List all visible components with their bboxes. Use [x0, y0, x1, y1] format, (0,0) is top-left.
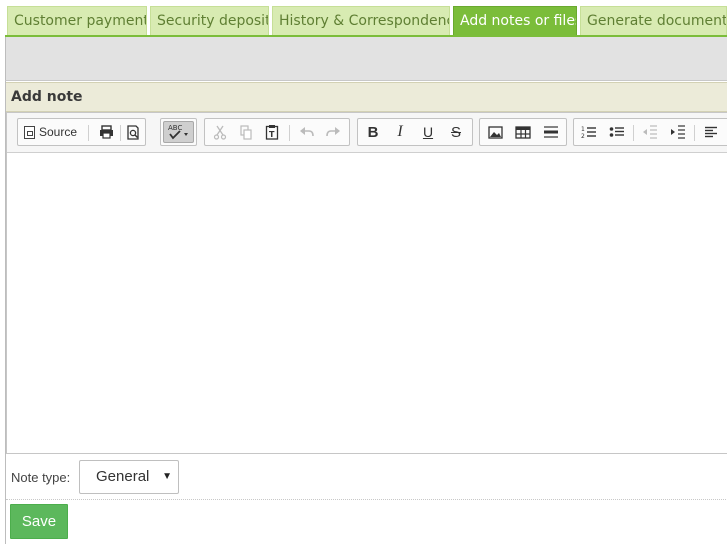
toolbar-group-spellcheck: ABC — [160, 118, 197, 146]
paste-text-button[interactable]: T — [260, 121, 284, 143]
underline-icon: U — [422, 124, 434, 140]
undo-icon — [300, 127, 314, 137]
decrease-indent-button[interactable] — [638, 121, 662, 143]
image-icon — [487, 125, 503, 139]
tab-generate-documents[interactable]: Generate documents — [580, 6, 727, 35]
toolbar-group-document: Source — [17, 118, 146, 146]
toolbar-group-paragraph: 12 — [573, 118, 727, 146]
svg-text:ABC: ABC — [168, 124, 182, 132]
redo-icon — [326, 127, 340, 137]
note-type-select[interactable]: General ▼ — [79, 460, 179, 494]
strikethrough-button[interactable]: S — [444, 121, 468, 143]
note-type-value: General — [96, 468, 150, 485]
spellcheck-button[interactable]: ABC — [163, 121, 194, 143]
tab-security-deposits[interactable]: Security deposits — [150, 6, 269, 35]
table-button[interactable] — [511, 121, 535, 143]
rich-text-editor: Source ABC T B I U S 1 2 — [6, 112, 727, 454]
cut-button[interactable] — [208, 121, 232, 143]
toolbar-separator — [633, 125, 634, 141]
image-button[interactable] — [483, 121, 507, 143]
svg-text:T: T — [269, 130, 275, 139]
editor-toolbar: Source ABC T B I U S 1 2 — [7, 113, 727, 153]
print-icon — [99, 125, 113, 139]
subheader-band — [5, 37, 727, 81]
bold-icon: B — [367, 123, 379, 141]
print-button[interactable] — [94, 121, 118, 143]
source-button[interactable]: Source — [20, 121, 82, 143]
paste-text-icon: T — [265, 125, 279, 140]
cut-icon — [213, 125, 227, 140]
tab-history-correspondence[interactable]: History & Correspondence — [272, 6, 450, 35]
underline-button[interactable]: U — [416, 121, 440, 143]
chevron-down-icon: ▼ — [162, 471, 172, 482]
svg-text:1: 1 — [581, 126, 585, 133]
tab-label: Add notes or files — [460, 13, 577, 29]
copy-icon — [240, 124, 252, 140]
toolbar-separator — [694, 125, 695, 141]
source-icon — [24, 125, 35, 139]
italic-icon: I — [397, 123, 403, 140]
bulleted-list-button[interactable] — [605, 121, 629, 143]
tab-add-notes-or-files[interactable]: Add notes or files — [453, 6, 577, 35]
note-type-row: Note type: General ▼ — [6, 456, 727, 500]
tab-label: Customer payments — [14, 13, 147, 29]
note-editor-area[interactable] — [7, 154, 727, 453]
svg-text:2: 2 — [581, 133, 585, 139]
tab-customer-payments[interactable]: Customer payments — [7, 6, 147, 35]
source-label: Source — [39, 125, 78, 139]
tab-label: History & Correspondence — [279, 13, 450, 29]
undo-button[interactable] — [295, 121, 319, 143]
panel-title: Add note — [6, 82, 727, 112]
toolbar-separator — [88, 125, 89, 141]
toolbar-group-basicstyles: B I U S — [357, 118, 473, 146]
increase-indent-button[interactable] — [666, 121, 690, 143]
toolbar-separator — [289, 125, 290, 141]
tab-bar: Customer payments Security deposits Hist… — [0, 0, 727, 35]
decrease-indent-icon — [643, 125, 657, 139]
table-icon — [515, 125, 531, 139]
redo-button[interactable] — [321, 121, 345, 143]
tab-label: Generate documents — [587, 13, 727, 29]
align-left-button[interactable] — [699, 121, 723, 143]
preview-button[interactable] — [121, 121, 145, 143]
strikethrough-icon: S — [450, 123, 461, 141]
save-button[interactable]: Save — [10, 504, 68, 539]
numbered-list-icon: 12 — [581, 126, 596, 139]
spellcheck-icon: ABC — [168, 124, 188, 140]
italic-button[interactable]: I — [388, 121, 412, 143]
horizontal-rule-button[interactable] — [539, 121, 563, 143]
preview-icon — [127, 124, 139, 140]
increase-indent-icon — [671, 125, 685, 139]
add-note-panel: Add note Source ABC T B I U S 1 2 Note t… — [5, 81, 727, 544]
bulleted-list-icon — [609, 127, 624, 137]
copy-button[interactable] — [234, 121, 258, 143]
numbered-list-button[interactable]: 12 — [577, 121, 601, 143]
note-type-label: Note type: — [11, 470, 71, 485]
align-left-icon — [705, 126, 717, 138]
tab-label: Security deposits — [157, 13, 269, 29]
toolbar-group-clipboard: T — [204, 118, 350, 146]
bold-button[interactable]: B — [361, 121, 385, 143]
toolbar-group-insert — [479, 118, 567, 146]
horizontal-rule-icon — [544, 126, 558, 138]
